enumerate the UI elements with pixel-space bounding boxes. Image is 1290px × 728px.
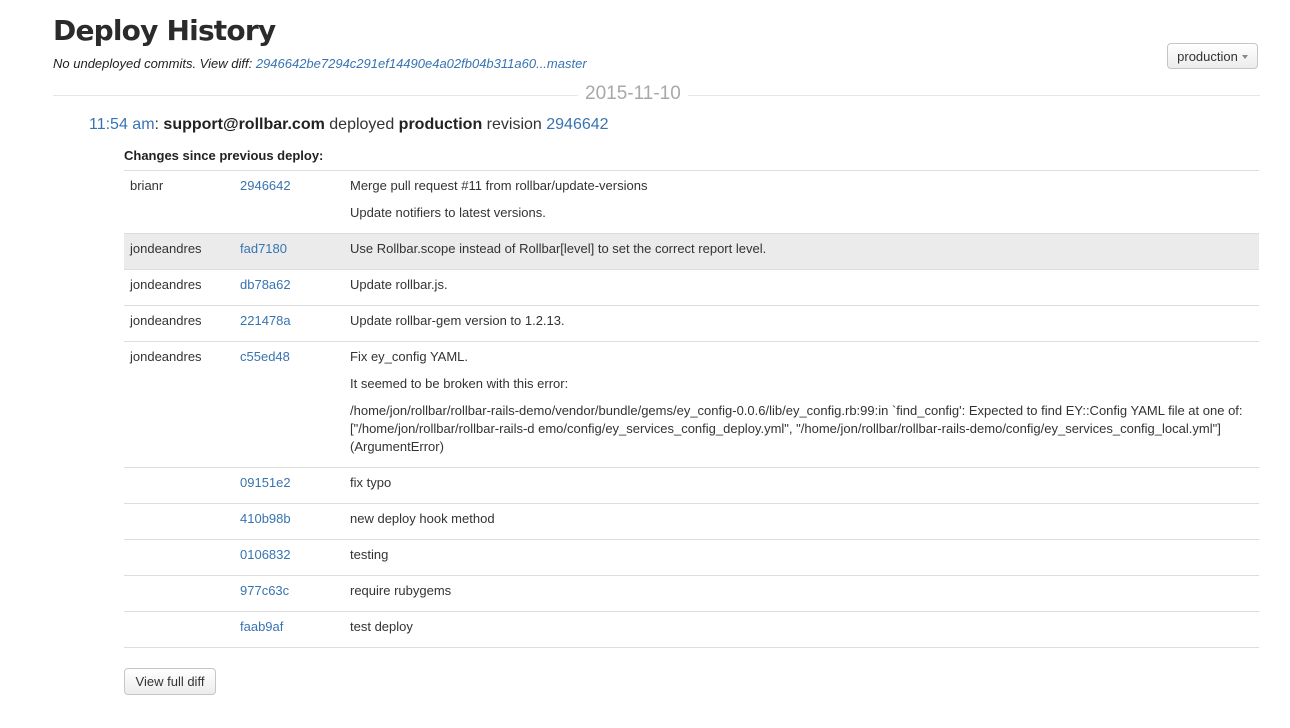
commit-sha-link[interactable]: 221478a [240, 312, 291, 330]
commit-author: brianr [130, 178, 164, 193]
commit-author: jondeandres [130, 277, 202, 292]
commit-message: Merge pull request #11 from rollbar/upda… [350, 177, 1250, 222]
changes-title: Changes since previous deploy: [124, 148, 324, 163]
commit-message-line: It seemed to be broken with this error: [350, 376, 569, 391]
commit-row: 410b98b new deploy hook method [124, 504, 1259, 540]
commit-row: faab9af test deploy [124, 612, 1259, 648]
commit-sha-link[interactable]: db78a62 [240, 276, 291, 294]
commit-message-line: test deploy [350, 619, 413, 634]
commit-author: jondeandres [130, 349, 202, 364]
commit-row: jondeandres fad7180 Use Rollbar.scope inst… [124, 234, 1259, 270]
commit-message-line: Update rollbar.js. [350, 277, 448, 292]
commit-author: jondeandres [130, 313, 202, 328]
commit-sha-link[interactable]: 410b98b [240, 510, 291, 528]
undeployed-status: No undeployed commits. View diff: 294664… [53, 56, 587, 71]
caret-down-icon [1241, 54, 1248, 59]
deploy-summary: 11:54 am: support@rollbar.com deployed p… [89, 116, 609, 134]
commit-sha-link[interactable]: 2946642 [240, 177, 291, 195]
commit-message-line: Fix ey_config YAML. [350, 349, 469, 364]
commit-message-line: Update notifiers to latest versions. [350, 205, 546, 220]
environment-dropdown-label: production [1177, 48, 1238, 64]
deploy-user: support@rollbar.com [163, 116, 325, 133]
commit-sha-link[interactable]: c55ed48 [240, 348, 290, 366]
commit-message-line: testing [350, 547, 389, 562]
commit-message: new deploy hook method [350, 510, 1250, 528]
commit-row: 0106832 testing [124, 540, 1259, 576]
commit-message: Update rollbar-gem version to 1.2.13. [350, 312, 1250, 330]
commit-message: require rubygems [350, 582, 1250, 600]
commit-message: Update rollbar.js. [350, 276, 1250, 294]
commit-author: jondeandres [130, 241, 202, 256]
commit-message: Use Rollbar.scope instead of Rollbar[lev… [350, 240, 1250, 258]
commit-row: jondeandres 221478a Update rollbar-gem ver… [124, 306, 1259, 342]
view-diff-link[interactable]: 2946642be7294c291ef14490e4a02fb04b311a60… [256, 56, 587, 71]
commit-message-line: fix typo [350, 475, 392, 490]
commit-row: jondeandres db78a62 Update rollbar.js. [124, 270, 1259, 306]
commit-sha-link[interactable]: fad7180 [240, 240, 287, 258]
commits-table: brianr 2946642 Merge pull request #11 from… [124, 170, 1259, 648]
deploy-verb: deployed [324, 116, 399, 133]
view-full-diff-button[interactable]: View full diff [124, 668, 216, 695]
commit-message: test deploy [350, 618, 1250, 636]
commit-sha-link[interactable]: 0106832 [240, 546, 291, 564]
deploy-revision-link[interactable]: 2946642 [546, 116, 608, 133]
undeployed-status-text: No undeployed commits. View diff: [53, 56, 256, 71]
deploy-time-link[interactable]: 11:54 am [89, 116, 155, 133]
deploy-date: 2015-11-10 [578, 83, 688, 105]
commit-message-line: require rubygems [350, 583, 452, 598]
commit-row: jondeandres c55ed48 Fix ey_config YAML. It … [124, 342, 1259, 468]
page-title: Deploy History [53, 14, 276, 47]
commit-message-line: Use Rollbar.scope instead of Rollbar[lev… [350, 241, 767, 256]
commit-sha-link[interactable]: faab9af [240, 618, 283, 636]
commit-message: fix typo [350, 474, 1250, 492]
commit-row: 09151e2 fix typo [124, 468, 1259, 504]
commit-message-line: Merge pull request #11 from rollbar/upda… [350, 178, 648, 193]
commit-row: brianr 2946642 Merge pull request #11 from… [124, 171, 1259, 234]
environment-dropdown[interactable]: production [1167, 43, 1258, 69]
deploy-environment: production [398, 116, 483, 133]
deploy-revision-word: revision [482, 116, 547, 133]
commit-sha-link[interactable]: 977c63c [240, 582, 289, 600]
commit-row: 977c63c require rubygems [124, 576, 1259, 612]
commit-sha-link[interactable]: 09151e2 [240, 474, 291, 492]
commit-message-line: Update rollbar-gem version to 1.2.13. [350, 313, 565, 328]
commit-message: Fix ey_config YAML. It seemed to be broke… [350, 348, 1250, 456]
commit-message-line: new deploy hook method [350, 511, 495, 526]
commit-message-line: /home/jon/rollbar/rollbar-rails-demo/ven… [350, 403, 1243, 454]
commit-message: testing [350, 546, 1250, 564]
